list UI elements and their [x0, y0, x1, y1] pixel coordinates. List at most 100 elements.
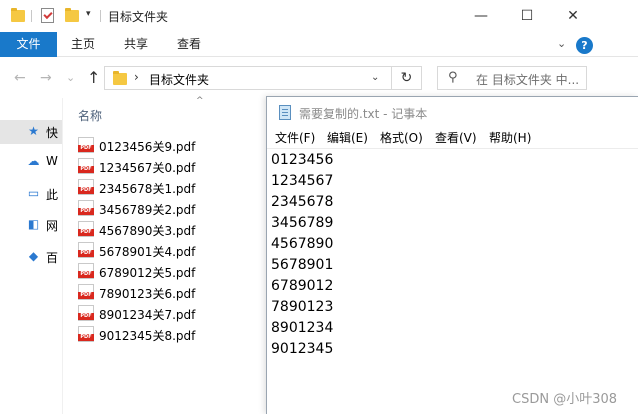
notepad-icon [279, 105, 291, 120]
title-divider [100, 10, 101, 22]
menu-file[interactable]: 文件(F) [275, 129, 315, 146]
ribbon-tabs: 文件 主页 共享 查看 ⌄ [0, 32, 638, 57]
list-item[interactable]: 3456789关2.pdf [78, 198, 278, 219]
list-item[interactable]: 0123456关9.pdf [78, 135, 278, 156]
list-item[interactable]: 1234567关0.pdf [78, 156, 278, 177]
pdf-file-icon [78, 137, 94, 153]
address-bar[interactable]: › 目标文件夹 ⌄ [104, 66, 392, 90]
watermark: CSDN @小叶308 [512, 392, 618, 407]
nav-item-baidu[interactable]: ◆ 百 [0, 245, 62, 269]
address-row: ← → ⌄ ↑ › 目标文件夹 ⌄ ↻ ⚲ 在 目标文件夹 中... [0, 58, 638, 98]
pdf-file-icon [78, 242, 94, 258]
menu-format[interactable]: 格式(O) [380, 129, 423, 146]
tab-view[interactable]: 查看 [166, 32, 212, 57]
text-line: 4567890 [271, 236, 334, 252]
breadcrumb[interactable]: 目标文件夹 [149, 71, 209, 88]
text-line: 8901234 [271, 320, 334, 336]
file-name: 8901234关7.pdf [99, 308, 196, 322]
properties-icon[interactable] [41, 8, 54, 23]
notepad-title: 需要复制的.txt - 记事本 [299, 107, 428, 121]
text-line: 7890123 [271, 299, 334, 315]
sort-ascending-icon: ^ [196, 96, 204, 106]
menu-help[interactable]: 帮助(H) [489, 129, 531, 146]
quick-access-dropdown-icon[interactable]: ▾ [86, 9, 91, 19]
file-name: 9012345关8.pdf [99, 329, 196, 343]
text-line: 5678901 [271, 257, 334, 273]
pdf-file-icon [78, 200, 94, 216]
nav-item-this-pc[interactable]: ▭ 此 [0, 182, 62, 206]
file-name: 5678901关4.pdf [99, 245, 196, 259]
tab-file[interactable]: 文件 [0, 32, 57, 57]
pdf-file-icon [78, 158, 94, 174]
pdf-file-icon [78, 221, 94, 237]
list-item[interactable]: 7890123关6.pdf [78, 282, 278, 303]
pane-divider [62, 98, 63, 414]
column-header-name[interactable]: 名称 [78, 107, 102, 124]
file-name: 2345678关1.pdf [99, 182, 196, 196]
text-line: 9012345 [271, 341, 334, 357]
forward-arrow-icon[interactable]: → [40, 70, 52, 86]
baidu-icon: ◆ [28, 249, 39, 263]
address-dropdown-icon[interactable]: ⌄ [371, 72, 379, 83]
list-item[interactable]: 2345678关1.pdf [78, 177, 278, 198]
recent-locations-icon[interactable]: ⌄ [66, 71, 75, 84]
refresh-button[interactable]: ↻ [392, 66, 422, 90]
back-arrow-icon[interactable]: ← [14, 70, 26, 86]
menu-view[interactable]: 查看(V) [435, 129, 477, 146]
text-line: 3456789 [271, 215, 334, 231]
file-name: 4567890关3.pdf [99, 224, 196, 238]
file-name: 7890123关6.pdf [99, 287, 196, 301]
menubar-divider [267, 148, 638, 149]
nav-item-network[interactable]: ◧ 网 [0, 213, 62, 237]
notepad-titlebar: 需要复制的.txt - 记事本 [267, 97, 638, 127]
nav-item-label: 网 [46, 219, 59, 233]
search-icon: ⚲ [448, 70, 458, 85]
ribbon-expand-icon[interactable]: ⌄ [557, 37, 566, 50]
search-placeholder: 在 目标文件夹 中... [476, 73, 580, 87]
explorer-titlebar: ▾ 目标文件夹 — ☐ ✕ [0, 0, 638, 32]
new-folder-icon[interactable] [65, 8, 79, 22]
maximize-button[interactable]: ☐ [504, 0, 550, 32]
file-name: 0123456关9.pdf [99, 140, 196, 154]
list-item[interactable]: 4567890关3.pdf [78, 219, 278, 240]
text-line: 0123456 [271, 152, 334, 168]
folder-icon [11, 8, 25, 22]
search-input[interactable]: ⚲ 在 目标文件夹 中... [437, 66, 587, 90]
text-line: 6789012 [271, 278, 334, 294]
text-line: 2345678 [271, 194, 334, 210]
help-icon[interactable]: ? [576, 37, 593, 54]
close-button[interactable]: ✕ [550, 0, 596, 32]
address-folder-icon [113, 71, 127, 85]
list-item[interactable]: 8901234关7.pdf [78, 303, 278, 324]
breadcrumb-chevron-icon[interactable]: › [134, 70, 139, 84]
pdf-file-icon [78, 305, 94, 321]
list-item[interactable]: 6789012关5.pdf [78, 261, 278, 282]
notepad-text-area[interactable]: 0123456 1234567 2345678 3456789 4567890 … [271, 150, 333, 360]
quick-access-divider [31, 10, 32, 22]
notepad-window: 需要复制的.txt - 记事本 文件(F) 编辑(E) 格式(O) 查看(V) … [266, 96, 638, 414]
pdf-file-icon [78, 179, 94, 195]
window-title: 目标文件夹 [108, 10, 169, 24]
cloud-icon: ☁ [27, 154, 40, 168]
file-list: 0123456关9.pdf 1234567关0.pdf 2345678关1.pd… [78, 135, 278, 345]
nav-item-wps-cloud[interactable]: ☁ W [0, 150, 62, 174]
tab-home[interactable]: 主页 [60, 32, 106, 57]
nav-item-label: 百 [46, 251, 59, 265]
list-item[interactable]: 5678901关4.pdf [78, 240, 278, 261]
nav-item-label: W [46, 154, 58, 168]
nav-item-label: 此 [46, 188, 59, 202]
file-name: 1234567关0.pdf [99, 161, 196, 175]
star-icon: ★ [28, 124, 39, 138]
pdf-file-icon [78, 263, 94, 279]
file-name: 6789012关5.pdf [99, 266, 196, 280]
minimize-button[interactable]: — [458, 0, 504, 32]
text-line: 1234567 [271, 173, 334, 189]
nav-item-label: 快 [46, 126, 59, 140]
notepad-menubar: 文件(F) 编辑(E) 格式(O) 查看(V) 帮助(H) [267, 127, 638, 149]
menu-edit[interactable]: 编辑(E) [327, 129, 368, 146]
list-item[interactable]: 9012345关8.pdf [78, 324, 278, 345]
pdf-file-icon [78, 284, 94, 300]
tab-share[interactable]: 共享 [113, 32, 159, 57]
up-arrow-icon[interactable]: ↑ [87, 68, 100, 87]
nav-item-quick-access[interactable]: ★ 快 [0, 120, 62, 144]
